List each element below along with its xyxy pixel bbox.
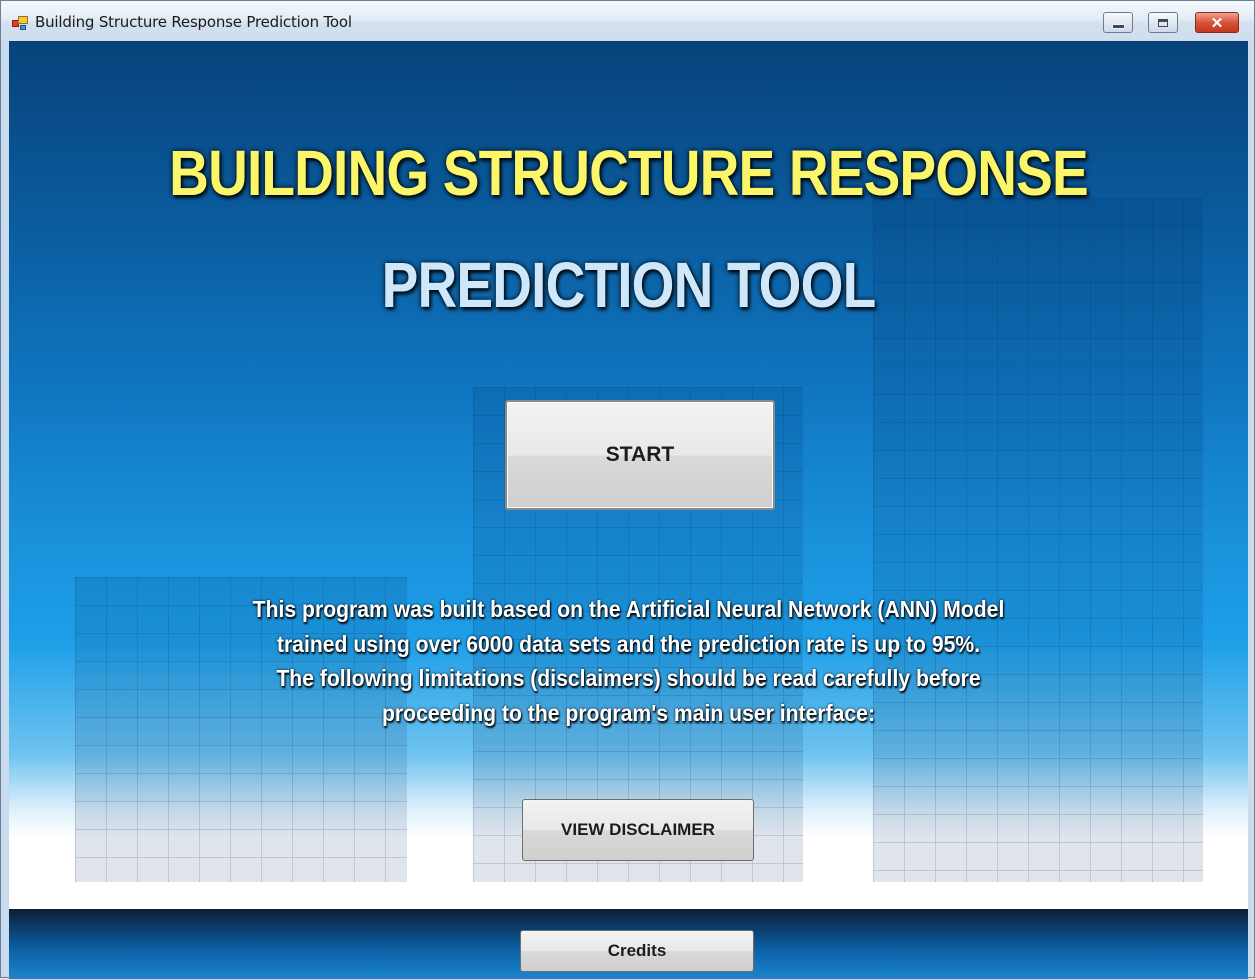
close-icon: ✕ — [1210, 14, 1224, 32]
description-line: This program was built based on the Arti… — [252, 596, 1005, 622]
minimize-button[interactable] — [1103, 12, 1133, 33]
app-title-line1: BUILDING STRUCTURE RESPONSE — [169, 137, 1089, 209]
app-icon — [12, 16, 28, 30]
description-text: This program was built based on the Arti… — [59, 592, 1199, 730]
window-title: Building Structure Response Prediction T… — [35, 13, 352, 31]
start-button-label: START — [605, 443, 675, 466]
main-panel: BUILDING STRUCTURE RESPONSE PREDICTION T… — [9, 41, 1248, 979]
maximize-button[interactable] — [1148, 12, 1178, 33]
description-line: The following limitations (disclaimers) … — [276, 665, 981, 691]
view-disclaimer-button[interactable]: VIEW DISCLAIMER — [522, 799, 754, 861]
app-title-line2: PREDICTION TOOL — [381, 249, 877, 321]
description-line: trained using over 6000 data sets and th… — [276, 630, 981, 657]
credits-button-label: Credits — [607, 941, 667, 960]
start-button[interactable]: START — [505, 400, 775, 510]
minimize-icon — [1111, 23, 1125, 29]
app-window: Building Structure Response Prediction T… — [0, 0, 1255, 979]
title-bar[interactable]: Building Structure Response Prediction T… — [1, 1, 1254, 41]
close-button[interactable]: ✕ — [1195, 12, 1239, 33]
description-line: proceeding to the program's main user in… — [381, 699, 876, 726]
credits-button[interactable]: Credits — [520, 930, 754, 972]
maximize-icon — [1158, 18, 1168, 27]
view-disclaimer-label: VIEW DISCLAIMER — [561, 820, 715, 839]
